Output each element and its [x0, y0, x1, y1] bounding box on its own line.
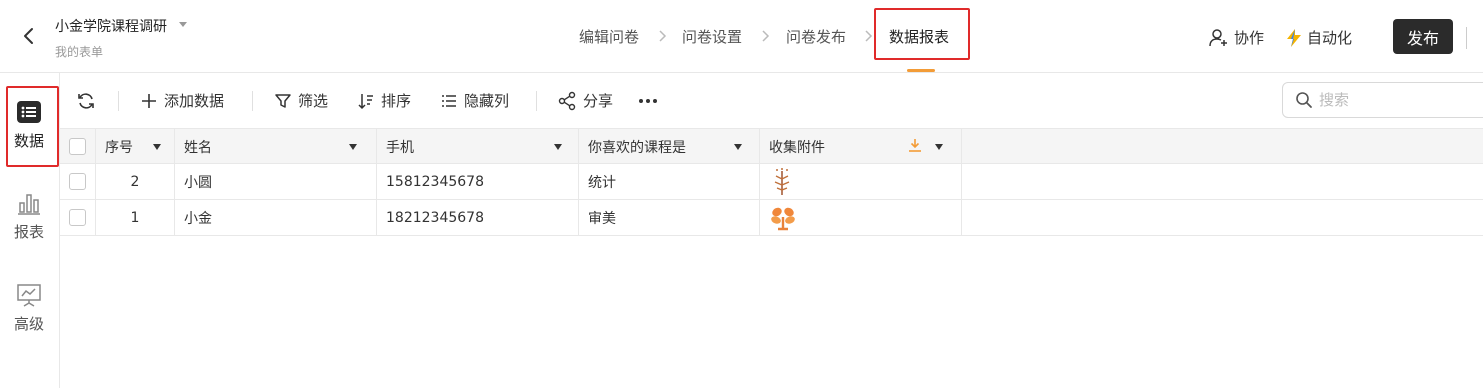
- form-breadcrumb[interactable]: 我的表单: [55, 43, 103, 60]
- more-icon[interactable]: [638, 98, 658, 104]
- hide-columns-label: 隐藏列: [464, 92, 510, 110]
- chevron-right-icon: [865, 30, 873, 42]
- cell-name[interactable]: 小金: [175, 200, 377, 235]
- chevron-right-icon: [762, 30, 770, 42]
- cell-text: 15812345678: [386, 173, 484, 190]
- sort-icon: [358, 93, 373, 109]
- column-menu-icon[interactable]: [153, 144, 161, 150]
- active-tab-indicator: [907, 69, 935, 72]
- column-menu-icon[interactable]: [734, 144, 742, 150]
- cell-phone[interactable]: 18212345678: [377, 200, 579, 235]
- cell-name[interactable]: 小圆: [175, 164, 377, 199]
- list-lines-icon: [442, 94, 456, 107]
- add-data-label: 添加数据: [164, 92, 225, 110]
- search-icon: [1296, 92, 1312, 108]
- cell-attachment[interactable]: [760, 200, 962, 235]
- hide-columns-button[interactable]: 隐藏列: [440, 90, 509, 111]
- column-menu-icon[interactable]: [554, 144, 562, 150]
- sort-label: 排序: [381, 92, 412, 110]
- step-edit[interactable]: 编辑问卷: [579, 26, 639, 47]
- chevron-right-icon: [659, 30, 667, 42]
- column-header-label: 收集附件: [769, 139, 825, 156]
- table-header-row: 序号 姓名 手机 你喜欢的课程是 收集附件: [60, 128, 1483, 164]
- row-checkbox[interactable]: [69, 173, 86, 190]
- highlight-box: [6, 86, 59, 167]
- cell-seq[interactable]: 1: [96, 200, 175, 235]
- publish-button[interactable]: 发布: [1393, 19, 1453, 54]
- sidebar-item-label: 报表: [13, 223, 44, 241]
- form-title[interactable]: 小金学院课程调研: [55, 16, 167, 36]
- add-user-icon: [1209, 28, 1227, 46]
- sidebar-item-label: 高级: [13, 315, 44, 333]
- column-header-phone[interactable]: 手机: [377, 129, 579, 164]
- divider: [252, 91, 253, 111]
- collaborate-button[interactable]: 协作: [1208, 27, 1264, 48]
- column-header-label: 手机: [386, 139, 414, 156]
- divider: [1466, 27, 1467, 49]
- highlight-box: [874, 8, 970, 60]
- back-arrow-icon[interactable]: [20, 27, 38, 45]
- row-select-cell: [60, 164, 96, 199]
- column-header-seq[interactable]: 序号: [96, 129, 175, 164]
- plus-icon: [142, 93, 156, 108]
- title-dropdown-icon[interactable]: [179, 22, 187, 27]
- collaborate-label: 协作: [1234, 29, 1265, 47]
- filter-label: 筛选: [298, 92, 329, 110]
- row-checkbox[interactable]: [69, 209, 86, 226]
- sort-button[interactable]: 排序: [357, 90, 411, 111]
- left-sidebar: 数据 报表 高级: [0, 73, 60, 388]
- divider: [118, 91, 119, 111]
- cell-text: 18212345678: [386, 209, 484, 226]
- table-row[interactable]: 1 小金 18212345678 审美: [60, 200, 1483, 236]
- step-settings[interactable]: 问卷设置: [682, 26, 742, 47]
- bar-chart-icon: [18, 194, 40, 215]
- table-row[interactable]: 2 小圆 15812345678 统计: [60, 164, 1483, 200]
- top-header: 小金学院课程调研 我的表单 编辑问卷 问卷设置 问卷发布 数据报表 协作 自动化…: [0, 0, 1483, 73]
- cell-text: 小圆: [184, 174, 212, 191]
- select-all-checkbox[interactable]: [69, 138, 86, 155]
- column-header-name[interactable]: 姓名: [175, 129, 377, 164]
- row-select-cell: [60, 200, 96, 235]
- column-menu-icon[interactable]: [935, 144, 943, 150]
- presentation-icon: [17, 284, 41, 307]
- filter-icon: [275, 93, 291, 108]
- cell-attachment[interactable]: [760, 164, 962, 199]
- column-header-attachment[interactable]: 收集附件: [760, 129, 962, 164]
- image-thumbnail[interactable]: [769, 205, 797, 231]
- column-header-label: 姓名: [184, 139, 212, 156]
- automation-button[interactable]: 自动化: [1285, 27, 1352, 48]
- image-thumbnail[interactable]: [769, 167, 795, 197]
- search-input[interactable]: [1319, 91, 1479, 109]
- share-icon: [558, 91, 576, 110]
- column-header-course[interactable]: 你喜欢的课程是: [579, 129, 760, 164]
- cell-text: 小金: [184, 210, 212, 227]
- share-label: 分享: [583, 92, 614, 110]
- automation-label: 自动化: [1307, 29, 1353, 47]
- column-header-label: 你喜欢的课程是: [588, 139, 686, 156]
- cell-text: 统计: [588, 174, 616, 191]
- cell-phone[interactable]: 15812345678: [377, 164, 579, 199]
- divider: [536, 91, 537, 111]
- share-button[interactable]: 分享: [557, 90, 613, 111]
- search-box[interactable]: [1282, 82, 1483, 118]
- data-toolbar: 添加数据 筛选 排序 隐藏列 分享: [60, 73, 1483, 128]
- column-menu-icon[interactable]: [349, 144, 357, 150]
- download-icon[interactable]: [908, 138, 922, 154]
- refresh-icon[interactable]: [76, 91, 96, 111]
- cell-text: 审美: [588, 210, 616, 227]
- column-header-label: 序号: [105, 139, 133, 156]
- step-publish[interactable]: 问卷发布: [786, 26, 846, 47]
- cell-course[interactable]: 审美: [579, 200, 760, 235]
- add-data-button[interactable]: 添加数据: [140, 90, 224, 111]
- cell-seq[interactable]: 2: [96, 164, 175, 199]
- filter-button[interactable]: 筛选: [274, 90, 328, 111]
- sidebar-item-report[interactable]: 报表: [0, 191, 58, 242]
- cell-course[interactable]: 统计: [579, 164, 760, 199]
- lightning-icon: [1287, 28, 1301, 47]
- sidebar-item-advanced[interactable]: 高级: [0, 283, 58, 334]
- select-all-cell: [60, 129, 96, 164]
